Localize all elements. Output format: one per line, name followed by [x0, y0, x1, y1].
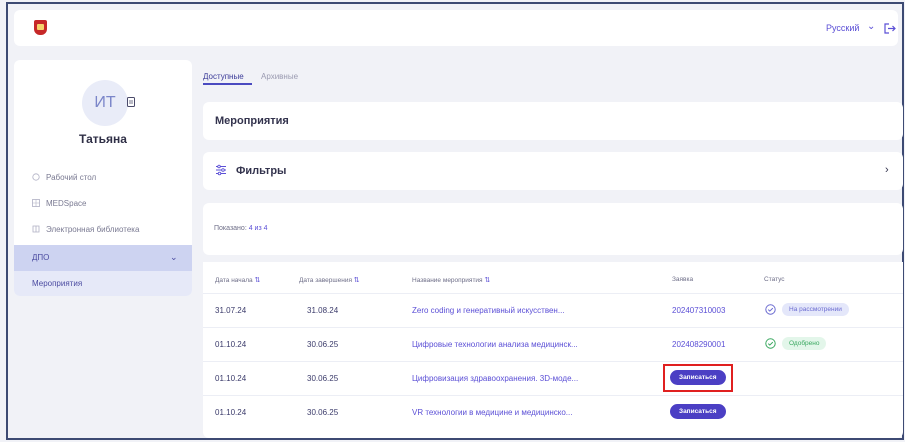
- event-title-link[interactable]: Цифровые технологии анализа медицинск...: [412, 340, 578, 349]
- table-row: 01.10.24 30.06.25 VR технологии в медици…: [203, 395, 903, 429]
- column-header-start[interactable]: Дата начала ⇅: [215, 276, 260, 284]
- filters-card[interactable]: Фильтры ›: [203, 152, 903, 190]
- book-icon: [32, 225, 40, 233]
- sidebar-item-label: Мероприятия: [32, 279, 83, 288]
- end-date: 30.06.25: [307, 374, 339, 383]
- event-title-link[interactable]: Цифровизация здравоохранения. 3D-моде...: [412, 374, 578, 383]
- chevron-down-icon: ⌄: [170, 252, 178, 262]
- sidebar-item-library[interactable]: Электронная библиотека: [14, 220, 192, 240]
- chevron-down-icon[interactable]: ⌄: [867, 21, 875, 32]
- event-title-link[interactable]: VR технологии в медицине и медицинско...: [412, 408, 572, 417]
- filter-icon: [216, 164, 226, 176]
- sort-icon[interactable]: ⇅: [254, 277, 260, 284]
- column-header-label: Название мероприятия: [412, 277, 483, 284]
- column-header-label: Дата начала: [215, 277, 253, 284]
- enroll-button[interactable]: Записаться: [670, 404, 726, 419]
- sort-icon[interactable]: ⇅: [354, 277, 360, 284]
- active-tab-indicator: [203, 83, 252, 85]
- sidebar-item-label: ДПО: [32, 253, 50, 262]
- start-date: 31.07.24: [215, 306, 247, 315]
- tab-available[interactable]: Доступные: [203, 72, 244, 81]
- home-icon: [32, 173, 40, 181]
- app-logo-icon[interactable]: [34, 20, 47, 35]
- application-number: 202408290001: [672, 340, 726, 349]
- column-header-label: Дата завершения: [299, 277, 352, 284]
- table-row: 31.07.24 31.08.24 Zero coding и генерати…: [203, 293, 903, 327]
- approved-status-icon: [765, 338, 776, 349]
- results-summary-card: Показано: 4 из 4: [203, 203, 903, 255]
- events-card: Мероприятия: [203, 102, 903, 140]
- review-status-icon: [765, 304, 776, 315]
- top-bar: Русский ⌄: [14, 10, 898, 46]
- enroll-button[interactable]: Записаться: [670, 370, 726, 385]
- filters-title: Фильтры: [236, 165, 287, 177]
- column-header-status: Статус: [764, 276, 785, 283]
- sort-icon[interactable]: ⇅: [484, 277, 490, 284]
- end-date: 31.08.24: [307, 306, 339, 315]
- start-date: 01.10.24: [215, 408, 247, 417]
- document-icon[interactable]: [127, 97, 135, 107]
- sidebar-item-medspace[interactable]: MEDSpace: [14, 194, 192, 214]
- language-selector[interactable]: Русский: [826, 23, 859, 33]
- sidebar: ИТ Татьяна Рабочий стол MEDSpace Электро…: [14, 60, 192, 296]
- chevron-right-icon[interactable]: ›: [885, 164, 889, 176]
- end-date: 30.06.25: [307, 340, 339, 349]
- results-count-label: Показано:: [214, 225, 247, 232]
- grid-icon: [32, 199, 40, 207]
- sidebar-item-desktop[interactable]: Рабочий стол: [14, 168, 192, 188]
- tab-archive[interactable]: Архивные: [261, 72, 298, 81]
- sidebar-item-label: Электронная библиотека: [46, 225, 140, 234]
- column-header-application: Заявка: [672, 276, 694, 283]
- table-row: 01.10.24 30.06.25 Цифровые технологии ан…: [203, 327, 903, 361]
- user-name: Татьяна: [79, 132, 127, 146]
- sidebar-item-events[interactable]: Мероприятия: [14, 271, 192, 296]
- end-date: 30.06.25: [307, 408, 339, 417]
- table-row: 01.10.24 30.06.25 Цифровизация здравоохр…: [203, 361, 903, 395]
- sidebar-item-label: MEDSpace: [46, 199, 87, 208]
- start-date: 01.10.24: [215, 374, 247, 383]
- avatar[interactable]: ИТ: [82, 80, 128, 126]
- status-badge: На рассмотрении: [782, 303, 849, 316]
- column-header-title[interactable]: Название мероприятия ⇅: [412, 276, 490, 284]
- page-title: Мероприятия: [215, 115, 289, 127]
- sidebar-item-dpo[interactable]: ДПО ⌄: [14, 245, 192, 271]
- events-table: Дата начала ⇅ Дата завершения ⇅ Название…: [203, 262, 903, 438]
- results-count: Показано: 4 из 4: [214, 225, 268, 232]
- status-badge: Одобрено: [782, 337, 827, 350]
- results-count-value: 4 из 4: [248, 225, 268, 232]
- application-number: 202407310003: [672, 306, 726, 315]
- column-header-end[interactable]: Дата завершения ⇅: [299, 276, 360, 284]
- event-title-link[interactable]: Zero coding и генеративный искусствен...: [412, 306, 565, 315]
- sidebar-item-label: Рабочий стол: [46, 173, 97, 182]
- logout-icon[interactable]: [884, 23, 896, 34]
- start-date: 01.10.24: [215, 340, 247, 349]
